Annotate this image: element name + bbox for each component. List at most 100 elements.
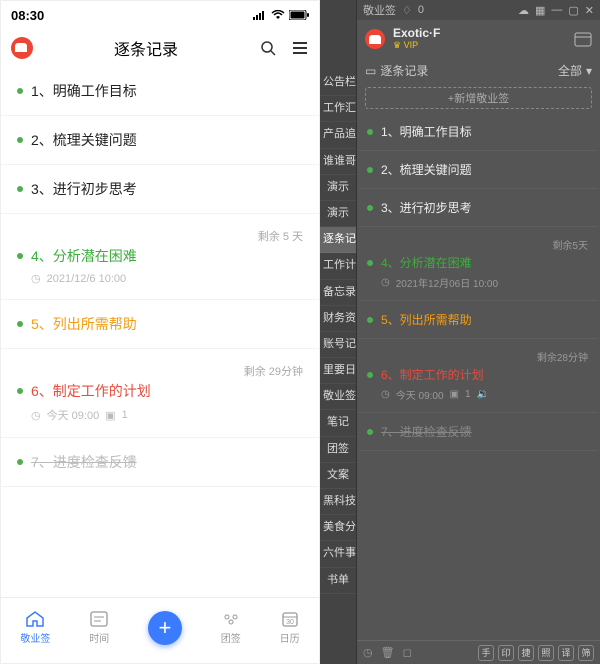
notif-count: 0 (418, 4, 424, 16)
menu-icon[interactable] (291, 39, 309, 57)
footer-button[interactable]: 照 (538, 645, 554, 661)
calendar-icon[interactable] (574, 31, 592, 47)
add-button[interactable]: + (148, 611, 182, 645)
clock-icon: ◷ (31, 272, 41, 285)
category-sidebar: 公告栏工作汇产品追谁谁哥演示演示逐条记录工作计备忘录财务资账号记里要日敬业签笔记… (320, 0, 356, 664)
note-item[interactable]: 2、梳理关键问题 (1, 116, 319, 165)
sidebar-item[interactable]: 黑科技 (320, 489, 356, 515)
clock-icon[interactable]: ◷ (363, 646, 373, 659)
grid-icon[interactable]: ▦ (535, 4, 545, 17)
desktop-footer: ◷ 🗑 ◻ 手印捷照译筛 (357, 640, 600, 664)
trash-icon[interactable]: 🗑 (381, 646, 395, 659)
dot-icon (367, 372, 373, 378)
mobile-pane: 08:30 逐条记录 1、明确工作目标2、梳理关键问题3、进行初步思考剩余 (0, 0, 320, 664)
bell-icon[interactable]: ♢ (402, 4, 412, 17)
footer-button[interactable]: 捷 (518, 645, 534, 661)
status-icons (253, 10, 309, 20)
user-header: Exotic·F ♛ VIP (357, 20, 600, 58)
team-icon (221, 610, 241, 628)
note-item[interactable]: 1、明确工作目标 (1, 67, 319, 116)
note-title: 1、明确工作目标 (31, 81, 137, 101)
footer-button[interactable]: 译 (558, 645, 574, 661)
sidebar-item[interactable]: 敬业签 (320, 384, 356, 410)
sidebar-item[interactable]: 谁谁哥 (320, 149, 356, 175)
sidebar-item[interactable]: 工作计 (320, 253, 356, 279)
remain-label: 剩余 29分钟 (17, 363, 303, 379)
note-meta: ◷2021年12月06日 10:00 (381, 275, 588, 290)
footer-button[interactable]: 印 (498, 645, 514, 661)
sidebar-item[interactable]: 公告栏 (320, 70, 356, 96)
dot-icon (367, 129, 373, 135)
sidebar-item[interactable]: 财务资 (320, 306, 356, 332)
dot-icon (367, 317, 373, 323)
dot-icon (17, 321, 23, 327)
tab-time[interactable]: 时间 (89, 610, 109, 645)
dot-icon (17, 88, 23, 94)
remain-label: 剩余28分钟 (367, 349, 588, 364)
note-title: 3、进行初步思考 (381, 199, 472, 216)
note-item[interactable]: 剩余 29分钟6、制定工作的计划◷今天 09:00 ▣1 (1, 349, 319, 438)
sidebar-item[interactable]: 美食分 (320, 515, 356, 541)
sub-title: 逐条记录 (380, 62, 428, 79)
sidebar-item[interactable]: 演示 (320, 201, 356, 227)
note-item[interactable]: 1、明确工作目标 (359, 113, 598, 151)
remain-label: 剩余 5 天 (17, 228, 303, 244)
status-time: 08:30 (11, 8, 44, 23)
maximize-icon[interactable]: ▢ (568, 4, 578, 17)
cloud-icon[interactable]: ☁ (518, 4, 529, 17)
dot-icon (17, 459, 23, 465)
sidebar-item[interactable]: 书单 (320, 568, 356, 594)
image-icon: ▣ (105, 409, 115, 422)
note-title: 6、制定工作的计划 (31, 381, 151, 401)
home-icon (25, 610, 45, 628)
search-icon[interactable] (259, 39, 277, 57)
dot-icon (367, 260, 373, 266)
wifi-icon (271, 10, 285, 20)
minimize-icon[interactable]: — (551, 4, 562, 16)
note-item[interactable]: 剩余5天4、分析潜在困难◷2021年12月06日 10:00 (359, 227, 598, 301)
vip-badge: ♛ VIP (393, 41, 440, 51)
note-item[interactable]: 剩余28分钟6、制定工作的计划◷今天 09:00 ▣1 🔉 (359, 339, 598, 413)
note-item[interactable]: 5、列出所需帮助 (1, 300, 319, 349)
sidebar-item[interactable]: 账号记 (320, 332, 356, 358)
sidebar-item[interactable]: 演示 (320, 175, 356, 201)
note-item[interactable]: 3、进行初步思考 (359, 189, 598, 227)
close-icon[interactable]: ✕ (585, 4, 594, 17)
tab-calendar[interactable]: 30 日历 (280, 610, 300, 645)
note-item[interactable]: 2、梳理关键问题 (359, 151, 598, 189)
tab-team[interactable]: 团签 (221, 610, 241, 645)
image-icon: ▣ (450, 389, 459, 400)
note-item[interactable]: 5、列出所需帮助 (359, 301, 598, 339)
tab-label: 时间 (89, 630, 109, 645)
note-title: 2、梳理关键问题 (31, 130, 137, 150)
note-meta: ◷今天 09:00 ▣1 🔉 (381, 387, 588, 402)
add-note-label: +新增敬业签 (448, 90, 509, 106)
footer-button[interactable]: 手 (478, 645, 494, 661)
clock-icon: ◷ (381, 389, 390, 400)
sidebar-item[interactable]: 文案 (320, 463, 356, 489)
dot-icon (367, 205, 373, 211)
sidebar-item[interactable]: 产品追 (320, 122, 356, 148)
sidebar-item[interactable]: 里要日 (320, 358, 356, 384)
note-title: 4、分析潜在困难 (31, 246, 137, 266)
sidebar-item[interactable]: 笔记 (320, 410, 356, 436)
note-item[interactable]: 7、进度检查反馈 (1, 438, 319, 487)
add-note-button[interactable]: +新增敬业签 (365, 87, 592, 109)
tag-icon[interactable]: ◻ (403, 646, 412, 659)
sub-filter-all[interactable]: 全部 (558, 62, 582, 79)
footer-button[interactable]: 筛 (578, 645, 594, 661)
sidebar-item[interactable]: 工作汇 (320, 96, 356, 122)
note-title: 7、进度检查反馈 (381, 423, 472, 440)
desktop-pane: 敬业签 ♢ 0 ☁ ▦ — ▢ ✕ Exotic·F ♛ VIP ▭ 逐条记录 … (356, 0, 600, 664)
note-title: 3、进行初步思考 (31, 179, 137, 199)
tab-bar: 敬业签 时间 + 团签 30 日历 (1, 597, 319, 663)
note-item[interactable]: 3、进行初步思考 (1, 165, 319, 214)
sidebar-item[interactable]: 备忘录 (320, 280, 356, 306)
tab-label: 敬业签 (20, 630, 50, 645)
sidebar-item[interactable]: 六件事 (320, 541, 356, 567)
sidebar-item[interactable]: 逐条记录 (320, 227, 356, 253)
note-item[interactable]: 剩余 5 天4、分析潜在困难◷2021/12/6 10:00 (1, 214, 319, 300)
tab-home[interactable]: 敬业签 (20, 610, 50, 645)
note-item[interactable]: 7、进度检查反馈 (359, 413, 598, 451)
sidebar-item[interactable]: 团签 (320, 437, 356, 463)
